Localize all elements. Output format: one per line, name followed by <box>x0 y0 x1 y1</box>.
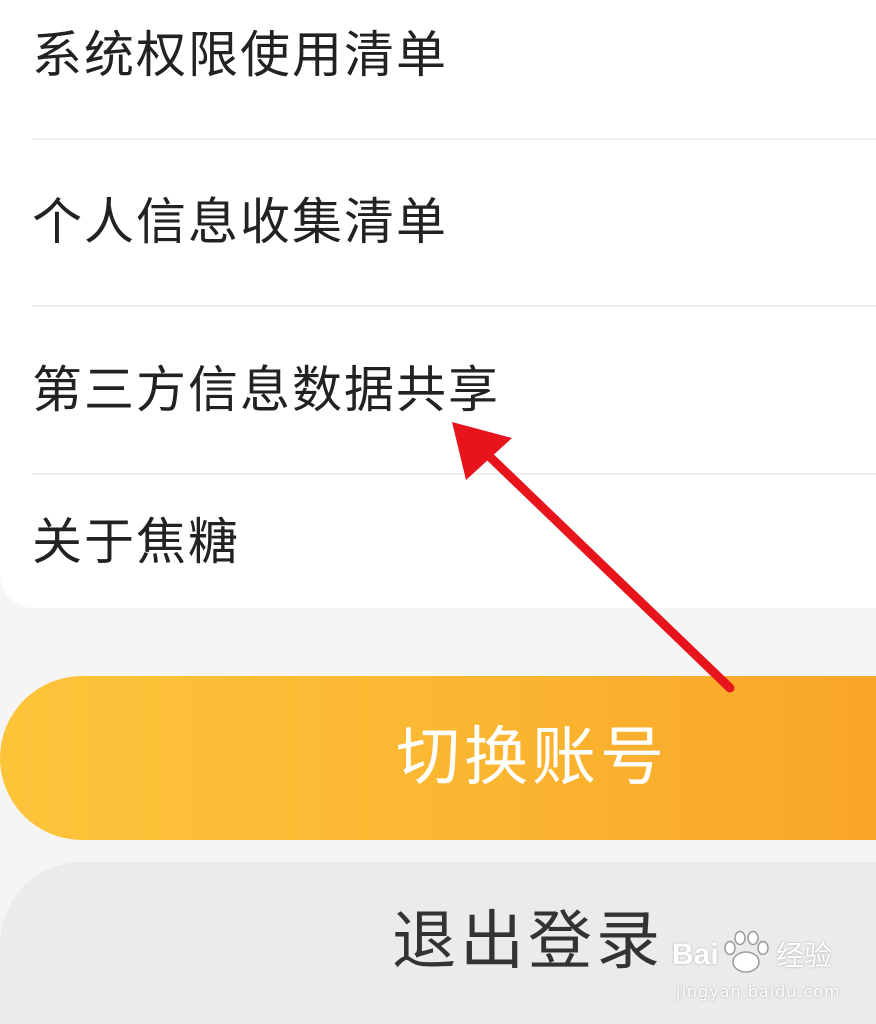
watermark-suffix: 经验 <box>776 939 833 972</box>
settings-list: 系统权限使用清单 个人信息收集清单 第三方信息数据共享 关于焦糖 <box>0 0 876 608</box>
settings-item-third-party-sharing[interactable]: 第三方信息数据共享 <box>32 307 876 475</box>
paw-icon <box>724 930 769 973</box>
settings-item-system-permissions[interactable]: 系统权限使用清单 <box>32 0 876 140</box>
switch-account-label: 切换账号 <box>396 721 668 795</box>
settings-item-label: 关于焦糖 <box>32 512 240 571</box>
switch-account-button[interactable]: 切换账号 <box>0 676 876 840</box>
settings-item-label: 系统权限使用清单 <box>32 26 448 84</box>
settings-item-label: 个人信息收集清单 <box>32 193 448 251</box>
logout-label: 退出登录 <box>392 905 664 979</box>
watermark-url: jingyan.baidu.com <box>676 982 841 1001</box>
settings-item-label: 第三方信息数据共享 <box>32 361 500 419</box>
settings-item-personal-info[interactable]: 个人信息收集清单 <box>32 139 876 307</box>
watermark-brand: Bai <box>672 938 719 971</box>
baidu-watermark: Bai 经验 jingyan.baidu.com <box>672 930 868 1010</box>
settings-item-about[interactable]: 关于焦糖 <box>32 475 876 608</box>
